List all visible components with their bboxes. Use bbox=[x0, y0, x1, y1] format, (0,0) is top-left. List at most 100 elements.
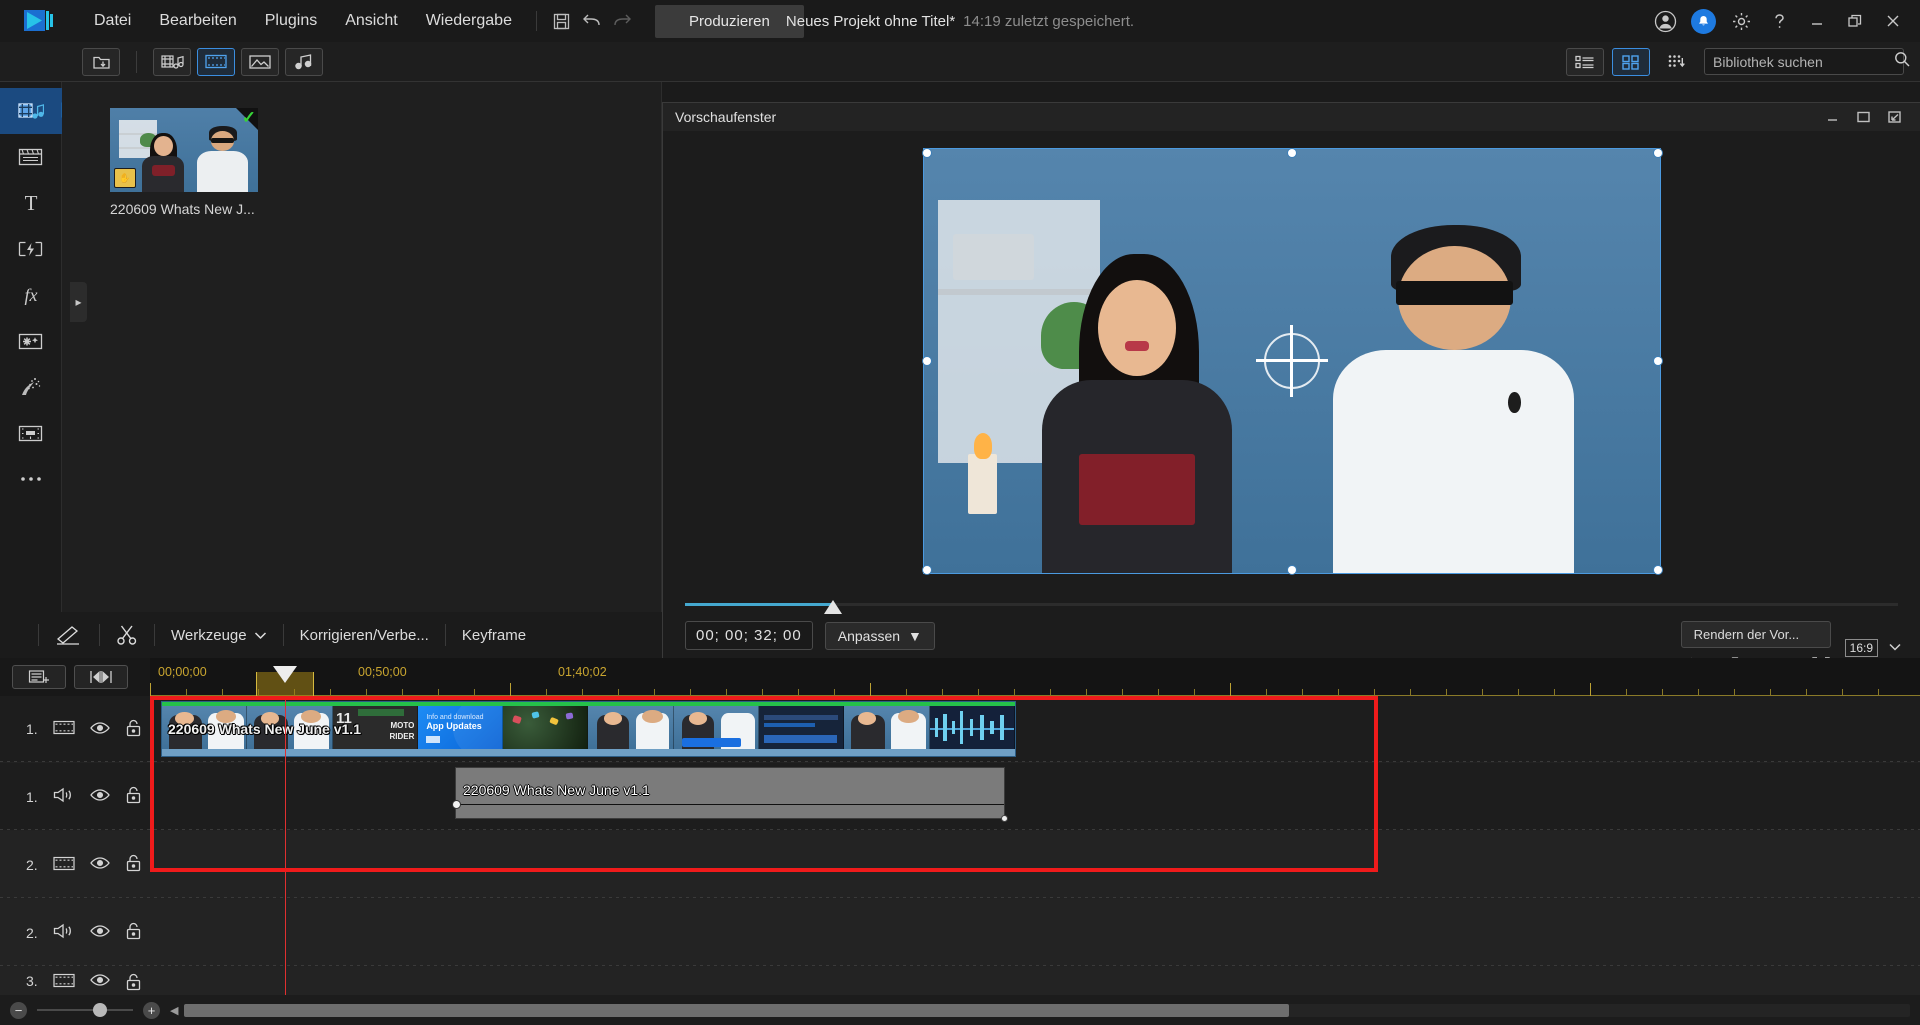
selection-handle-bl[interactable] bbox=[923, 566, 931, 574]
eye-icon[interactable] bbox=[89, 721, 110, 738]
split-button[interactable] bbox=[100, 624, 154, 646]
account-icon[interactable] bbox=[1648, 4, 1682, 38]
grid-view-icon[interactable] bbox=[1612, 47, 1650, 76]
restore-icon[interactable] bbox=[1838, 4, 1872, 38]
preview-minimize-icon[interactable] bbox=[1825, 110, 1840, 124]
fix-enhance-button[interactable]: Korrigieren/Verbe... bbox=[284, 627, 445, 644]
gear-icon[interactable] bbox=[1724, 4, 1758, 38]
track-header-audio-1[interactable]: 1. bbox=[0, 763, 150, 830]
playhead-handle[interactable] bbox=[273, 666, 297, 683]
sidebar-item-media-room[interactable] bbox=[0, 88, 70, 134]
audio-clip[interactable]: 220609 Whats New June v1.1 bbox=[452, 767, 1008, 822]
filter-video-icon[interactable] bbox=[197, 47, 235, 76]
unlock-icon[interactable] bbox=[125, 854, 142, 875]
timeline-marker-icon[interactable] bbox=[74, 665, 128, 689]
selection-handle-bc[interactable] bbox=[1288, 566, 1296, 574]
eye-icon[interactable] bbox=[89, 924, 110, 941]
track-body-video-3[interactable] bbox=[150, 967, 1920, 996]
track-body-audio-1[interactable]: 220609 Whats New June v1.1 bbox=[150, 763, 1920, 830]
unlock-icon[interactable] bbox=[125, 973, 142, 994]
zoom-slider-knob[interactable] bbox=[92, 1003, 107, 1017]
track-header-audio-2[interactable]: 2. bbox=[0, 899, 150, 966]
sidebar-item-subtitle-room[interactable] bbox=[0, 410, 62, 456]
unlock-icon[interactable] bbox=[125, 786, 142, 807]
help-icon[interactable] bbox=[1762, 4, 1796, 38]
seek-thumb[interactable] bbox=[823, 600, 842, 614]
fit-mode-dropdown[interactable]: Anpassen ▼ bbox=[824, 621, 935, 650]
track-header-video-3[interactable]: 3. bbox=[0, 967, 150, 996]
render-preview-button[interactable]: Rendern der Vor... bbox=[1680, 621, 1831, 648]
timeline-horizontal-scrollbar[interactable]: ◀ bbox=[170, 1003, 1910, 1017]
sidebar-item-particle-room[interactable] bbox=[0, 364, 62, 410]
menu-ansicht[interactable]: Ansicht bbox=[331, 6, 411, 36]
sidebar-item-title-room[interactable]: T bbox=[0, 180, 62, 226]
track-header-video-1[interactable]: 1. bbox=[0, 696, 150, 762]
track-body-video-1[interactable]: 11 MOTO RIDER Info and download App Upda… bbox=[150, 696, 1920, 762]
preview-popout-icon[interactable] bbox=[1887, 110, 1902, 124]
preview-seek-bar[interactable] bbox=[685, 591, 1898, 621]
keyframe-button[interactable]: Keyframe bbox=[446, 627, 542, 644]
selection-handle-tc[interactable] bbox=[1288, 149, 1296, 157]
zoom-slider-track[interactable] bbox=[37, 1003, 133, 1017]
menu-bearbeiten[interactable]: Bearbeiten bbox=[145, 6, 250, 36]
seek-track[interactable] bbox=[685, 603, 1898, 606]
library-item[interactable]: ✓ ✋ 220609 Whats New J... bbox=[110, 108, 258, 217]
sidebar-item-more-rooms[interactable] bbox=[0, 456, 62, 502]
search-input[interactable] bbox=[1704, 48, 1910, 75]
timeline-ruler[interactable]: 00;00;00 00;50;00 01;40;02 bbox=[150, 658, 1920, 696]
minimize-icon[interactable] bbox=[1800, 4, 1834, 38]
sidebar-item-clapperboard[interactable] bbox=[0, 134, 62, 180]
close-icon[interactable] bbox=[1876, 4, 1910, 38]
track-body-video-2[interactable] bbox=[150, 831, 1920, 898]
timeline-zoom-control[interactable]: − + bbox=[10, 1001, 160, 1019]
library-item-thumbnail[interactable]: ✓ ✋ bbox=[110, 108, 258, 192]
unlock-icon[interactable] bbox=[125, 922, 142, 943]
tools-button[interactable]: Werkzeuge bbox=[155, 627, 283, 644]
plus-icon[interactable]: + bbox=[143, 1001, 160, 1019]
save-icon[interactable] bbox=[547, 6, 577, 36]
eye-icon[interactable] bbox=[89, 856, 110, 873]
magic-designer-button[interactable] bbox=[39, 624, 99, 646]
caret-left-icon[interactable]: ◀ bbox=[170, 1004, 178, 1017]
chevron-down-icon[interactable] bbox=[1888, 639, 1902, 657]
track-header-video-2[interactable]: 2. bbox=[0, 831, 150, 898]
video-clip[interactable]: 11 MOTO RIDER Info and download App Upda… bbox=[161, 701, 1016, 757]
selection-handle-tl[interactable] bbox=[923, 149, 931, 157]
aspect-ratio-selector[interactable]: 16:9 bbox=[1844, 639, 1902, 657]
menu-wiedergabe[interactable]: Wiedergabe bbox=[412, 6, 526, 36]
filter-image-icon[interactable] bbox=[241, 47, 279, 76]
scrollbar-thumb[interactable] bbox=[184, 1003, 1289, 1017]
filter-audio-icon[interactable] bbox=[285, 47, 323, 76]
selection-handle-tr[interactable] bbox=[1654, 149, 1662, 157]
sidebar-item-overlay-room[interactable] bbox=[0, 318, 62, 364]
produce-button[interactable]: Produzieren bbox=[654, 4, 804, 38]
search-field[interactable] bbox=[1713, 53, 1894, 70]
sidebar-item-effect-room[interactable]: fx bbox=[0, 272, 62, 318]
selection-handle-br[interactable] bbox=[1654, 566, 1662, 574]
search-icon[interactable] bbox=[1894, 51, 1910, 72]
audio-clip-handle-br[interactable] bbox=[1001, 815, 1008, 822]
scrollbar-track[interactable] bbox=[184, 1003, 1910, 1017]
filter-all-media-icon[interactable] bbox=[153, 47, 191, 76]
unlock-icon[interactable] bbox=[125, 719, 142, 740]
bell-icon[interactable] bbox=[1686, 4, 1720, 38]
undo-icon[interactable] bbox=[577, 6, 607, 36]
preview-maximize-icon[interactable] bbox=[1856, 110, 1871, 124]
selection-handle-ml[interactable] bbox=[923, 357, 931, 365]
eye-icon[interactable] bbox=[89, 788, 110, 805]
track-body-audio-2[interactable] bbox=[150, 899, 1920, 966]
import-media-icon[interactable] bbox=[82, 47, 120, 76]
menu-plugins[interactable]: Plugins bbox=[251, 6, 331, 36]
sidebar-item-transition-room[interactable] bbox=[0, 226, 62, 272]
redo-icon[interactable] bbox=[607, 6, 637, 36]
volume-envelope[interactable] bbox=[456, 804, 1004, 805]
minus-icon[interactable]: − bbox=[10, 1001, 27, 1019]
selection-handle-mr[interactable] bbox=[1654, 357, 1662, 365]
track-manager-icon[interactable] bbox=[12, 665, 66, 689]
sort-icon[interactable] bbox=[1658, 48, 1696, 76]
menu-datei[interactable]: Datei bbox=[80, 6, 145, 36]
list-view-icon[interactable] bbox=[1566, 47, 1604, 76]
move-crosshair-icon[interactable] bbox=[1255, 325, 1328, 397]
video-preview-frame[interactable] bbox=[922, 148, 1661, 574]
preview-timecode[interactable]: 00; 00; 32; 00 bbox=[685, 621, 813, 650]
